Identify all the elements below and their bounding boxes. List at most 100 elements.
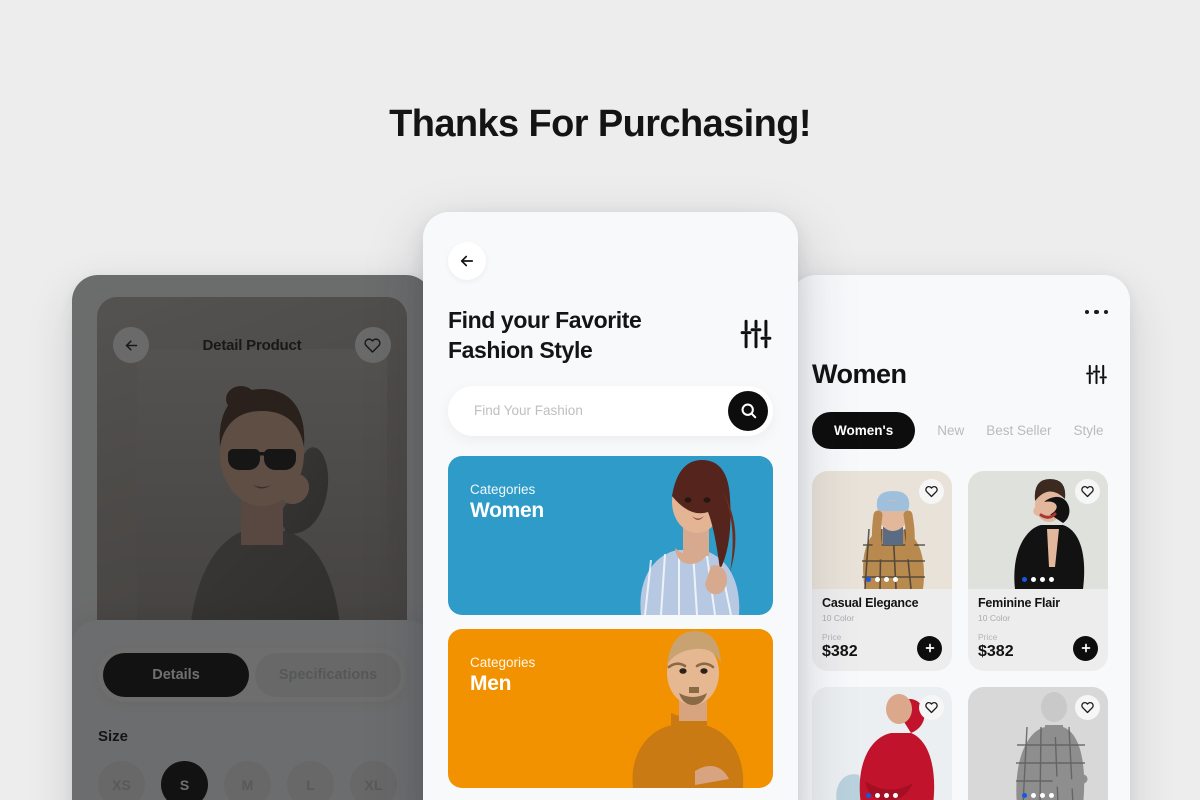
- product-color-count: 10 Color: [822, 613, 855, 623]
- search-button[interactable]: [728, 390, 768, 431]
- product-image: [812, 687, 952, 800]
- more-horizontal-icon: [1103, 309, 1108, 315]
- filter-button-catalog[interactable]: [1085, 363, 1108, 386]
- product-name: Casual Elegance: [822, 596, 919, 610]
- detail-tabs: Details Specifications: [98, 648, 406, 702]
- favorite-button[interactable]: [1075, 479, 1100, 504]
- dot: [884, 577, 889, 582]
- dot: [893, 577, 898, 582]
- dot: [1040, 577, 1045, 582]
- category-title: Men: [470, 671, 512, 695]
- add-to-cart-button[interactable]: [1073, 636, 1098, 661]
- dot: [1049, 793, 1054, 798]
- detail-bottom-sheet: Details Specifications Size XS S M L XL: [72, 620, 432, 800]
- tab-style[interactable]: Style: [1074, 423, 1104, 438]
- size-option-xs[interactable]: XS: [98, 761, 145, 800]
- phone-mockup-women-catalog: Women Women's New Best Seller Style Casu…: [790, 275, 1130, 800]
- category-card-women[interactable]: Categories Women: [448, 455, 773, 615]
- search-bar[interactable]: [448, 385, 773, 436]
- product-grid: Casual Elegance 10 Color Price $382 Femi…: [812, 471, 1108, 800]
- size-option-xl[interactable]: XL: [350, 761, 397, 800]
- product-color-count: 10 Color: [978, 613, 1011, 623]
- product-card[interactable]: Sleek Styles 10 Color Price $382: [812, 687, 952, 800]
- tab-specifications[interactable]: Specifications: [255, 653, 401, 697]
- price-label: Price: [978, 632, 998, 642]
- arrow-left-icon: [125, 339, 137, 351]
- dot: [1040, 793, 1045, 798]
- dot: [893, 793, 898, 798]
- product-image: [968, 687, 1108, 800]
- heart-icon: [364, 337, 382, 353]
- category-title: Women: [470, 498, 544, 522]
- more-horizontal-icon: [1094, 309, 1099, 315]
- search-input[interactable]: [474, 403, 728, 419]
- category-kicker: Categories: [470, 654, 536, 670]
- tab-new[interactable]: New: [937, 423, 964, 438]
- size-selector: XS S M L XL: [98, 761, 406, 800]
- detail-topbar: Detail Product: [97, 323, 407, 367]
- sliders-filter-icon: [740, 319, 772, 349]
- product-card[interactable]: Feminine Flair 10 Color Price $382: [968, 471, 1108, 671]
- image-pagination-dots[interactable]: [1022, 793, 1054, 798]
- heart-icon: [925, 701, 938, 714]
- detail-title: Detail Product: [202, 336, 302, 354]
- image-pagination-dots[interactable]: [866, 793, 898, 798]
- sliders-filter-icon: [1086, 364, 1107, 385]
- back-button[interactable]: [448, 242, 486, 280]
- category-photo-women: [640, 459, 740, 615]
- catalog-tabs: Women's New Best Seller Style: [812, 412, 1108, 449]
- product-card[interactable]: Casual Elegance 10 Color Price $382: [812, 471, 952, 671]
- price-label: Price: [822, 632, 842, 642]
- category-kicker: Categories: [470, 481, 536, 497]
- catalog-header: Women: [812, 359, 1108, 390]
- tab-womens[interactable]: Women's: [812, 412, 916, 449]
- dot: [1031, 793, 1036, 798]
- dot: [875, 793, 880, 798]
- tab-details[interactable]: Details: [103, 653, 249, 697]
- category-card-men[interactable]: Categories Men: [448, 628, 773, 788]
- catalog-title: Women: [812, 359, 907, 389]
- find-fashion-header: Find your Favorite Fashion Style: [448, 305, 773, 366]
- product-image: [968, 471, 1108, 589]
- size-option-m[interactable]: M: [224, 761, 271, 800]
- heart-icon: [1081, 701, 1094, 714]
- image-pagination-dots[interactable]: [1022, 577, 1054, 582]
- product-price: $382: [978, 643, 1014, 660]
- heart-icon: [1081, 485, 1094, 498]
- product-card[interactable]: Chic Comfort 10 Color Price $382: [968, 687, 1108, 800]
- dot: [1049, 577, 1054, 582]
- dot: [884, 793, 889, 798]
- dot: [1022, 793, 1027, 798]
- overflow-menu-button[interactable]: [812, 301, 1108, 323]
- size-section-label: Size: [98, 728, 129, 745]
- search-icon: [741, 403, 756, 419]
- dot: [866, 577, 871, 582]
- favorite-button[interactable]: [919, 479, 944, 504]
- size-option-s[interactable]: S: [161, 761, 208, 800]
- image-pagination-dots[interactable]: [866, 577, 898, 582]
- plus-icon: [925, 643, 934, 652]
- add-to-cart-button[interactable]: [917, 636, 942, 661]
- tab-best-seller[interactable]: Best Seller: [986, 423, 1051, 438]
- phone-mockup-find-fashion: Find your Favorite Fashion Style Find Yo…: [423, 212, 798, 800]
- filter-button-find[interactable]: [739, 317, 773, 351]
- product-name: Feminine Flair: [978, 596, 1060, 610]
- product-image: [812, 471, 952, 589]
- back-button[interactable]: [113, 327, 149, 363]
- phone-mockup-detail-product: Detail Product Details Specifications Si…: [72, 275, 432, 800]
- dot: [866, 793, 871, 798]
- heart-icon: [925, 485, 938, 498]
- category-photo-men: [632, 630, 744, 788]
- screen-heading: Find your Favorite Fashion Style: [448, 307, 642, 364]
- favorite-button[interactable]: [1075, 695, 1100, 720]
- category-list: Categories Women Categories Men: [448, 455, 773, 800]
- product-price: $382: [822, 643, 858, 660]
- favorite-button[interactable]: [354, 327, 391, 363]
- page-title: Thanks For Purchasing!: [389, 103, 811, 145]
- size-option-l[interactable]: L: [287, 761, 334, 800]
- dot: [875, 577, 880, 582]
- arrow-left-icon: [460, 255, 474, 267]
- poster-canvas: Thanks For Purchasing! Detail Product De…: [0, 0, 1200, 800]
- plus-icon: [1081, 643, 1090, 652]
- favorite-button[interactable]: [919, 695, 944, 720]
